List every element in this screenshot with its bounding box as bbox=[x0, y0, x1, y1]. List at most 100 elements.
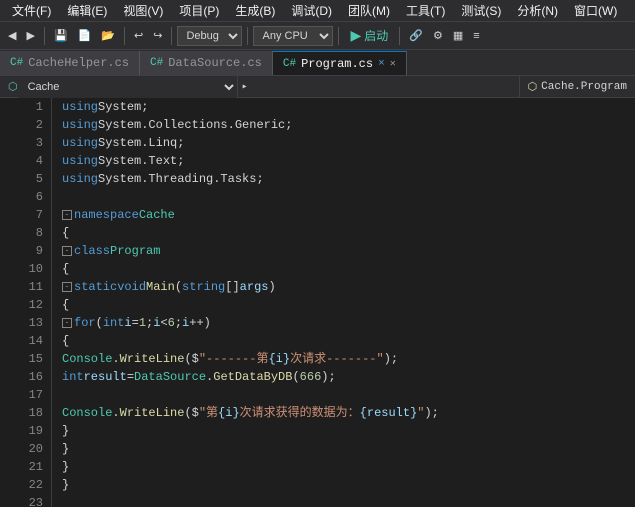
tab-modified-icon: × bbox=[378, 58, 385, 70]
line-numbers: 1234567891011121314151617181920212223 bbox=[14, 98, 52, 507]
save-all-button[interactable]: 💾 bbox=[50, 27, 72, 44]
line-number-1: 1 bbox=[14, 98, 43, 116]
namespace-icon: ⬡ bbox=[8, 80, 18, 94]
menu-debug[interactable]: 调试(D) bbox=[283, 0, 340, 21]
configuration-dropdown[interactable]: Debug bbox=[177, 26, 242, 46]
menu-edit[interactable]: 编辑(E) bbox=[59, 0, 115, 21]
toolbar-btn-extra1[interactable]: ⚙ bbox=[429, 27, 447, 44]
line-number-3: 3 bbox=[14, 134, 43, 152]
nav-separator-icon: ▸ bbox=[238, 81, 252, 93]
menu-test[interactable]: 测试(S) bbox=[453, 0, 509, 21]
code-editor[interactable]: using System;using System.Collections.Ge… bbox=[52, 98, 635, 507]
separator-1 bbox=[44, 27, 45, 45]
breakpoint-gutter bbox=[0, 98, 14, 507]
tab-program-label: Program.cs bbox=[301, 57, 373, 71]
line-number-22: 22 bbox=[14, 476, 43, 494]
tab-program[interactable]: C# Program.cs × ✕ bbox=[273, 51, 407, 75]
tab-cachehelper[interactable]: C# CacheHelper.cs bbox=[0, 51, 140, 75]
line-number-20: 20 bbox=[14, 440, 43, 458]
attach-button[interactable]: 🔗 bbox=[405, 27, 427, 44]
tab-cachehelper-icon: C# bbox=[10, 57, 23, 69]
redo-button[interactable]: ↪ bbox=[149, 27, 166, 44]
navstrip: ⬡ Cache ▸ ⬡ Cache.Program bbox=[0, 76, 635, 98]
code-line-22: } bbox=[62, 476, 635, 494]
code-line-21: } bbox=[62, 458, 635, 476]
tab-datasource[interactable]: C# DataSource.cs bbox=[140, 51, 273, 75]
separator-5 bbox=[338, 27, 339, 45]
line-number-2: 2 bbox=[14, 116, 43, 134]
menu-build[interactable]: 生成(B) bbox=[227, 0, 283, 21]
back-button[interactable]: ◀ bbox=[4, 27, 20, 44]
tab-program-icon: C# bbox=[283, 58, 296, 70]
code-line-19: } bbox=[62, 422, 635, 440]
toolbar-btn-extra2[interactable]: ▦ bbox=[449, 27, 467, 44]
code-line-5: using System.Threading.Tasks; bbox=[62, 170, 635, 188]
code-line-8: { bbox=[62, 224, 635, 242]
code-line-7: -namespace Cache bbox=[62, 206, 635, 224]
menu-view[interactable]: 视图(V) bbox=[115, 0, 171, 21]
menu-team[interactable]: 团队(M) bbox=[340, 0, 398, 21]
line-number-14: 14 bbox=[14, 332, 43, 350]
line-number-16: 16 bbox=[14, 368, 43, 386]
line-number-23: 23 bbox=[14, 494, 43, 507]
undo-button[interactable]: ↩ bbox=[130, 27, 147, 44]
toolbar: ◀ ▶ 💾 📄 📂 ↩ ↪ Debug Any CPU ▶ 启动 🔗 ⚙ ▦ ≡ bbox=[0, 22, 635, 50]
platform-dropdown[interactable]: Any CPU bbox=[253, 26, 333, 46]
line-number-19: 19 bbox=[14, 422, 43, 440]
code-line-15: Console.WriteLine($"-------第{i}次请求------… bbox=[62, 350, 635, 368]
code-line-2: using System.Collections.Generic; bbox=[62, 116, 635, 134]
line-number-17: 17 bbox=[14, 386, 43, 404]
collapse-11[interactable]: - bbox=[62, 282, 72, 292]
tab-datasource-icon: C# bbox=[150, 57, 163, 69]
code-line-3: using System.Linq; bbox=[62, 134, 635, 152]
menu-analyze[interactable]: 分析(N) bbox=[509, 0, 566, 21]
code-line-9: -class Program bbox=[62, 242, 635, 260]
editor-area: 1234567891011121314151617181920212223 us… bbox=[0, 98, 635, 507]
collapse-13[interactable]: - bbox=[62, 318, 72, 328]
line-number-13: 13 bbox=[14, 314, 43, 332]
code-line-20: } bbox=[62, 440, 635, 458]
member-label: Cache.Program bbox=[541, 81, 627, 93]
member-dropdown-container: ⬡ Cache.Program bbox=[519, 76, 635, 98]
toolbar-btn-extra3[interactable]: ≡ bbox=[469, 28, 483, 44]
code-line-23 bbox=[62, 494, 635, 507]
separator-6 bbox=[399, 27, 400, 45]
namespace-dropdown[interactable]: Cache bbox=[18, 76, 238, 98]
play-icon: ▶ bbox=[350, 27, 361, 44]
menu-project[interactable]: 项目(P) bbox=[171, 0, 227, 21]
code-line-16: int result = DataSource.GetDataByDB(666)… bbox=[62, 368, 635, 386]
line-number-10: 10 bbox=[14, 260, 43, 278]
menu-tools[interactable]: 工具(T) bbox=[398, 0, 453, 21]
line-number-4: 4 bbox=[14, 152, 43, 170]
line-number-11: 11 bbox=[14, 278, 43, 296]
code-line-12: { bbox=[62, 296, 635, 314]
open-file-button[interactable]: 📂 bbox=[97, 27, 119, 44]
tab-datasource-label: DataSource.cs bbox=[168, 56, 262, 70]
code-line-1: using System; bbox=[62, 98, 635, 116]
start-button[interactable]: ▶ 启动 bbox=[344, 25, 394, 46]
line-number-8: 8 bbox=[14, 224, 43, 242]
separator-3 bbox=[171, 27, 172, 45]
tab-cachehelper-label: CacheHelper.cs bbox=[28, 56, 129, 70]
collapse-9[interactable]: - bbox=[62, 246, 72, 256]
collapse-7[interactable]: - bbox=[62, 210, 72, 220]
menu-file[interactable]: 文件(F) bbox=[4, 0, 59, 21]
code-line-4: using System.Text; bbox=[62, 152, 635, 170]
tabbar: C# CacheHelper.cs C# DataSource.cs C# Pr… bbox=[0, 50, 635, 76]
line-number-5: 5 bbox=[14, 170, 43, 188]
tab-close-button[interactable]: ✕ bbox=[390, 58, 396, 70]
menu-window[interactable]: 窗口(W) bbox=[566, 0, 625, 21]
code-line-14: { bbox=[62, 332, 635, 350]
separator-2 bbox=[124, 27, 125, 45]
line-number-15: 15 bbox=[14, 350, 43, 368]
line-number-12: 12 bbox=[14, 296, 43, 314]
line-number-21: 21 bbox=[14, 458, 43, 476]
code-line-11: -static void Main(string[] args) bbox=[62, 278, 635, 296]
code-line-18: Console.WriteLine($"第{i}次请求获得的数据为：{resul… bbox=[62, 404, 635, 422]
separator-4 bbox=[247, 27, 248, 45]
line-number-7: 7 bbox=[14, 206, 43, 224]
member-icon: ⬡ bbox=[528, 80, 538, 94]
line-number-6: 6 bbox=[14, 188, 43, 206]
forward-button[interactable]: ▶ bbox=[22, 27, 38, 44]
new-file-button[interactable]: 📄 bbox=[74, 27, 96, 44]
